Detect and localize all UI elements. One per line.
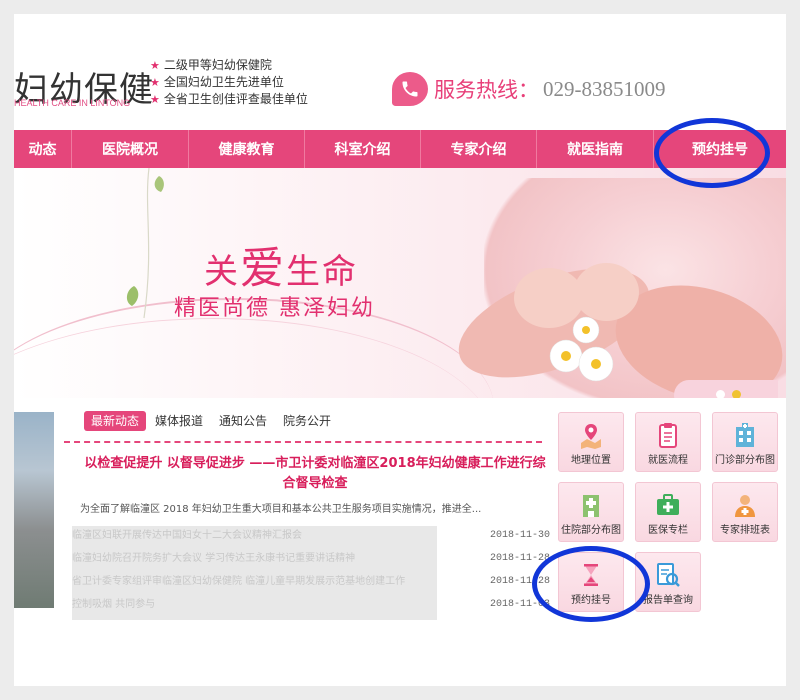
service-map-location[interactable]: 地理位置 (558, 412, 624, 472)
service-report-query[interactable]: 报告单查询 (635, 552, 701, 612)
daisy-flowers-icon (549, 316, 614, 382)
news-item-date: 2018-11-03 (489, 599, 550, 610)
hourglass-icon (584, 564, 598, 586)
phone-icon (392, 72, 428, 106)
report-search-icon (657, 563, 680, 587)
service-label: 报告单查询 (643, 595, 693, 606)
service-appointment[interactable]: 预约挂号 (558, 552, 624, 612)
nav-item-appointment[interactable]: 预约挂号 (654, 130, 786, 168)
honor-item: ★ 全省卫生创佳评查最佳单位 (150, 91, 308, 108)
service-inpatient-map[interactable]: 住院部分布图 (558, 482, 624, 542)
news-headline[interactable]: 以检查促提升 以督导促进步 ——市卫计委对临潼区2018年妇幼健康工作进行综合督… (80, 454, 550, 494)
news-tabs: 最新动态 媒体报道 通知公告 院务公开 (84, 411, 340, 431)
carousel-dot[interactable] (716, 390, 725, 398)
honor-label: 二级甲等妇幼保健院 (163, 58, 272, 72)
hospital-logo-subtitle: HEALTH CARE IN LINTONG (14, 98, 131, 108)
news-item-title[interactable]: 省卫计委专家组评审临潼区妇幼保健院 临潼儿童早期发展示范基地创建工作 (72, 570, 432, 593)
inpatient-building-icon (583, 495, 599, 517)
service-label: 地理位置 (571, 455, 611, 466)
news-item-title[interactable]: 控制吸烟 共同参与 (72, 593, 432, 616)
news-item-date: 2018-11-28 (489, 576, 550, 587)
medical-kit-icon (657, 494, 679, 515)
service-label: 住院部分布图 (561, 525, 621, 536)
nav-item-experts[interactable]: 专家介绍 (421, 130, 537, 168)
hospital-building-icon (736, 423, 754, 447)
service-label: 预约挂号 (571, 595, 611, 606)
honor-label: 全省卫生创佳评查最佳单位 (163, 92, 308, 106)
slogan-part: 生命 (286, 252, 358, 292)
honors-list: ★ 二级甲等妇幼保健院 ★ 全国妇幼卫生先进单位 ★ 全省卫生创佳评查最佳单位 (150, 57, 308, 108)
news-item-date: 2018-11-30 (489, 530, 550, 541)
doctor-icon (735, 495, 755, 517)
list-item[interactable]: 省卫计委专家组评审临潼区妇幼保健院 临潼儿童早期发展示范基地创建工作 2018-… (72, 570, 550, 593)
news-list: 临潼区妇联开展传达中国妇女十二大会议精神汇报会 2018-11-30 临潼妇幼院… (72, 524, 550, 616)
hotline-label: 服务热线： (434, 78, 539, 102)
slogan-part: 关 (204, 252, 240, 292)
tab-hospital-affairs[interactable]: 院务公开 (276, 411, 338, 431)
service-visit-process[interactable]: 就医流程 (635, 412, 701, 472)
star-icon: ★ (150, 93, 160, 106)
clipboard-icon (659, 423, 677, 448)
nav-item-visit-guide[interactable]: 就医指南 (537, 130, 654, 168)
news-item-date: 2018-11-28 (489, 553, 550, 564)
map-location-icon (581, 424, 601, 449)
page: 妇幼保健 HEALTH CARE IN LINTONG ★ 二级甲等妇幼保健院 ★… (14, 14, 786, 686)
list-item[interactable]: 临潼区妇联开展传达中国妇女十二大会议精神汇报会 2018-11-30 (72, 524, 550, 547)
service-label: 专家排班表 (720, 525, 770, 536)
banner-slogan: 关爱生命 (204, 232, 358, 296)
tab-notices[interactable]: 通知公告 (212, 411, 274, 431)
slogan-part-emphasis: 爱 (240, 243, 286, 294)
service-medical-insurance[interactable]: 医保专栏 (635, 482, 701, 542)
news-item-title[interactable]: 临潼区妇联开展传达中国妇女十二大会议精神汇报会 (72, 524, 432, 547)
building-photo[interactable] (14, 412, 54, 608)
service-label: 医保专栏 (648, 525, 688, 536)
star-icon: ★ (150, 76, 160, 89)
service-outpatient-map[interactable]: 门诊部分布图 (712, 412, 778, 472)
hero-banner[interactable]: 关爱生命 精医尚德 惠泽妇幼 (14, 168, 786, 398)
tab-latest-news[interactable]: 最新动态 (84, 411, 147, 431)
vine-leaf-icon (126, 168, 164, 319)
list-item[interactable]: 临潼妇幼院召开院务扩大会议 学习传达王永康书记重要讲话精神 2018-11-28 (72, 547, 550, 570)
nav-item-departments[interactable]: 科室介绍 (305, 130, 421, 168)
honor-item: ★ 二级甲等妇幼保健院 (150, 57, 308, 74)
nav-item-health-education[interactable]: 健康教育 (189, 130, 305, 168)
news-item-title[interactable]: 临潼妇幼院召开院务扩大会议 学习传达王永康书记重要讲话精神 (72, 547, 432, 570)
carousel-indicator (674, 380, 778, 398)
carousel-dot-active[interactable] (732, 390, 741, 398)
star-icon: ★ (150, 59, 160, 72)
hotline-number: 029-83851009 (543, 76, 666, 101)
service-label: 就医流程 (648, 455, 688, 466)
service-expert-schedule[interactable]: 专家排班表 (712, 482, 778, 542)
honor-item: ★ 全国妇幼卫生先进单位 (150, 74, 308, 91)
nav-item-about[interactable]: 医院概况 (72, 130, 189, 168)
tab-divider (64, 441, 542, 443)
main-nav: 动态 医院概况 健康教育 科室介绍 专家介绍 就医指南 预约挂号 (14, 130, 786, 168)
list-item[interactable]: 控制吸烟 共同参与 2018-11-03 (72, 593, 550, 616)
news-summary: 为全面了解临潼区 2018 年妇幼卫生重大项目和基本公共卫生服务项目实施情况，推… (80, 504, 482, 515)
tab-media-reports[interactable]: 媒体报道 (148, 411, 210, 431)
honor-label: 全国妇幼卫生先进单位 (163, 75, 284, 89)
service-label: 门诊部分布图 (715, 455, 775, 466)
nav-item-news[interactable]: 动态 (14, 130, 72, 168)
banner-subslogan: 精医尚德 惠泽妇幼 (174, 296, 375, 321)
service-hotline: 服务热线： 029-83851009 (392, 72, 666, 106)
